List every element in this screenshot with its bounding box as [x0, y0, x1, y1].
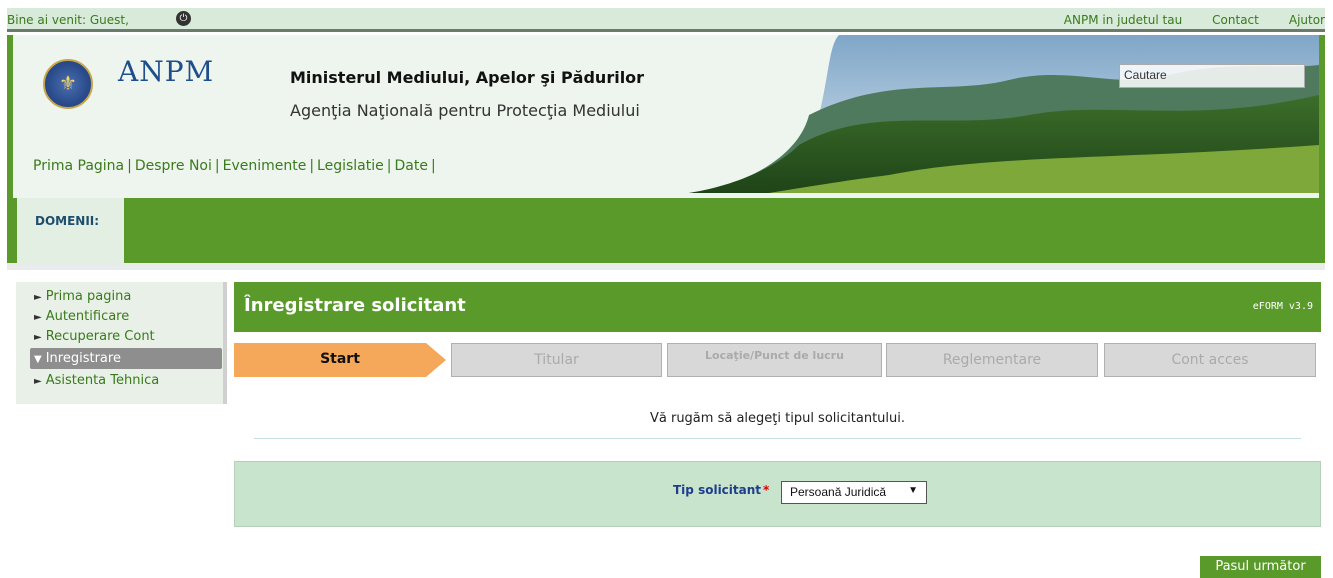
applicant-type-select[interactable]: Persoană Juridică ▼ — [781, 481, 927, 504]
applicant-type-form: Tip solicitant * Persoană Juridică ▼ — [234, 461, 1321, 527]
nav-date[interactable]: Date — [394, 158, 427, 174]
top-links: ANPM in judetul tau Contact Ajutor — [1064, 13, 1325, 27]
step-cont-acces[interactable]: Cont acces — [1104, 343, 1316, 377]
sidebar-item-label: Recuperare Cont — [45, 329, 155, 344]
step-locatie[interactable]: Locaţie/Punct de lucru — [667, 343, 882, 377]
contact-link[interactable]: Contact — [1212, 13, 1259, 27]
page-title: Înregistrare solicitant — [244, 295, 466, 316]
step-label: Reglementare — [942, 352, 1042, 368]
domains-tab[interactable]: DOMENII: — [17, 198, 124, 263]
header: ANPM Ministerul Mediului, Apelor şi Pădu… — [7, 35, 1325, 198]
step-label: Cont acces — [1171, 352, 1249, 368]
instruction-text: Vă rugăm să alegeţi tipul solicitantului… — [649, 411, 906, 426]
applicant-type-label-text: Tip solicitant — [673, 483, 762, 497]
anpm-logo-text: ANPM — [118, 55, 215, 88]
sidebar: ► Prima pagina ► Autentificare ► Recuperare… — [16, 282, 227, 404]
government-emblem-icon — [43, 59, 93, 109]
welcome-text: Bine ai venit: Guest, — [7, 13, 129, 27]
sidebar-item-recuperare-cont[interactable]: ► Recuperare Cont — [34, 326, 155, 347]
help-link[interactable]: Ajutor — [1289, 13, 1325, 27]
arrow-right-icon: ► — [34, 312, 42, 323]
agency-title: Agenţia Naţională pentru Protecţia Mediu… — [290, 101, 640, 120]
arrow-down-icon: ▼ — [34, 354, 42, 365]
nav-evenimente[interactable]: Evenimente — [223, 158, 307, 174]
anpm-logo[interactable]: ANPM — [118, 55, 214, 88]
domains-label: DOMENII: — [35, 214, 100, 228]
chevron-down-icon: ▼ — [908, 485, 918, 496]
sidebar-item-autentificare[interactable]: ► Autentificare — [34, 306, 129, 327]
sidebar-item-label: Prima pagina — [45, 289, 132, 304]
anpm-county-link[interactable]: ANPM in judetul tau — [1064, 13, 1182, 27]
sidebar-item-inregistrare[interactable]: ▼ Inregistrare — [30, 348, 222, 369]
version-label: eFORM v3.9 — [1252, 301, 1313, 312]
nav-despre-noi[interactable]: Despre Noi — [135, 158, 212, 174]
step-label: Start — [320, 351, 360, 367]
arrow-right-icon: ► — [34, 292, 42, 303]
sidebar-item-label: Asistenta Tehnica — [45, 373, 160, 388]
step-titular[interactable]: Titular — [451, 343, 662, 377]
step-label: Locaţie/Punct de lucru — [705, 349, 844, 362]
arrow-right-icon: ► — [34, 332, 42, 343]
divider — [7, 263, 1325, 270]
top-bar: Bine ai venit: Guest, ⏻ ANPM in judetul … — [7, 8, 1325, 32]
ministry-title: Ministerul Mediului, Apelor şi Pădurilor — [290, 68, 645, 87]
applicant-type-value: Persoană Juridică — [790, 485, 887, 499]
panel-header: Înregistrare solicitant eFORM v3.9 — [234, 282, 1321, 332]
sidebar-item-label: Autentificare — [45, 309, 130, 324]
nav-legislatie[interactable]: Legislatie — [317, 158, 384, 174]
step-label: Titular — [534, 352, 579, 368]
power-icon[interactable]: ⏻ — [176, 11, 191, 26]
domain-bar: DOMENII: — [7, 198, 1325, 263]
search-input[interactable]: Cautare — [1119, 64, 1305, 88]
next-step-button[interactable]: Pasul următor — [1200, 556, 1321, 578]
nav-prima-pagina[interactable]: Prima Pagina — [33, 158, 124, 174]
required-mark: * — [763, 483, 770, 497]
sidebar-item-label: Inregistrare — [45, 351, 121, 366]
sidebar-item-prima-pagina[interactable]: ► Prima pagina — [34, 286, 131, 307]
step-reglementare[interactable]: Reglementare — [886, 343, 1098, 377]
divider — [254, 438, 1301, 439]
applicant-type-label: Tip solicitant * — [673, 483, 769, 497]
step-start[interactable]: Start — [234, 343, 446, 377]
arrow-right-icon: ► — [34, 376, 42, 387]
sidebar-item-asistenta-tehnica[interactable]: ► Asistenta Tehnica — [34, 370, 159, 391]
main-nav: Prima Pagina | Despre Noi | Evenimente | Legis… — [33, 158, 436, 174]
landscape-banner — [689, 35, 1319, 193]
